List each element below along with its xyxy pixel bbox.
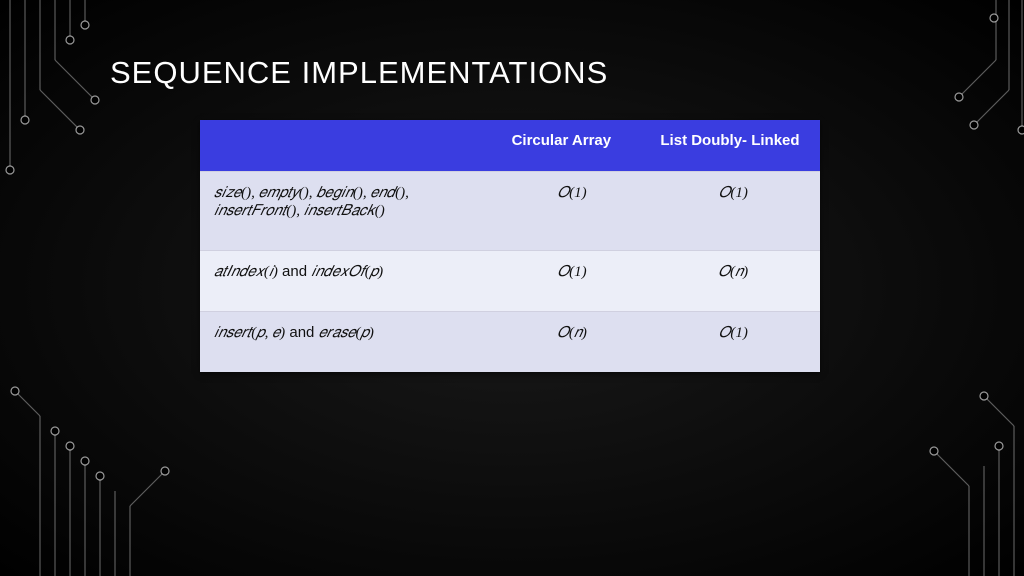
complexity-table: Circular Array List Doubly- Linked 𝑠𝑖𝑧𝑒(…: [200, 120, 820, 372]
decoration-top-left: [0, 0, 170, 200]
table-row: 𝑠𝑖𝑧𝑒(), 𝑒𝑚𝑝𝑡𝑦(), 𝑏𝑒𝑔𝑖𝑛(), 𝑒𝑛𝑑(), 𝑖𝑛𝑠𝑒𝑟𝑡𝐹…: [200, 172, 820, 251]
table-row: 𝑖𝑛𝑠𝑒𝑟𝑡(𝑝, 𝑒) and 𝑒𝑟𝑎𝑠𝑒(𝑝) 𝑂(𝑛) 𝑂(1): [200, 312, 820, 373]
header-circular-array: Circular Array: [498, 120, 647, 172]
cell-ops: 𝑖𝑛𝑠𝑒𝑟𝑡(𝑝, 𝑒) and 𝑒𝑟𝑎𝑠𝑒(𝑝): [200, 312, 498, 373]
decoration-top-right: [904, 0, 1024, 180]
decoration-bottom-left: [0, 376, 220, 576]
cell-ops: 𝑠𝑖𝑧𝑒(), 𝑒𝑚𝑝𝑡𝑦(), 𝑏𝑒𝑔𝑖𝑛(), 𝑒𝑛𝑑(), 𝑖𝑛𝑠𝑒𝑟𝑡𝐹…: [200, 172, 498, 251]
decoration-bottom-right: [844, 376, 1024, 576]
cell-ops: 𝑎𝑡𝐼𝑛𝑑𝑒𝑥(𝑖) and 𝑖𝑛𝑑𝑒𝑥𝑂𝑓(𝑝): [200, 251, 498, 312]
cell-circ: 𝑂(𝑛): [498, 312, 647, 373]
cell-circ: 𝑂(1): [498, 251, 647, 312]
header-doubly-linked: List Doubly- Linked: [646, 120, 820, 172]
table-header-row: Circular Array List Doubly- Linked: [200, 120, 820, 172]
slide-title: SEQUENCE IMPLEMENTATIONS: [110, 55, 608, 91]
header-ops: [200, 120, 498, 172]
table-row: 𝑎𝑡𝐼𝑛𝑑𝑒𝑥(𝑖) and 𝑖𝑛𝑑𝑒𝑥𝑂𝑓(𝑝) 𝑂(1) 𝑂(𝑛): [200, 251, 820, 312]
cell-list: 𝑂(𝑛): [646, 251, 820, 312]
cell-list: 𝑂(1): [646, 312, 820, 373]
cell-list: 𝑂(1): [646, 172, 820, 251]
cell-circ: 𝑂(1): [498, 172, 647, 251]
